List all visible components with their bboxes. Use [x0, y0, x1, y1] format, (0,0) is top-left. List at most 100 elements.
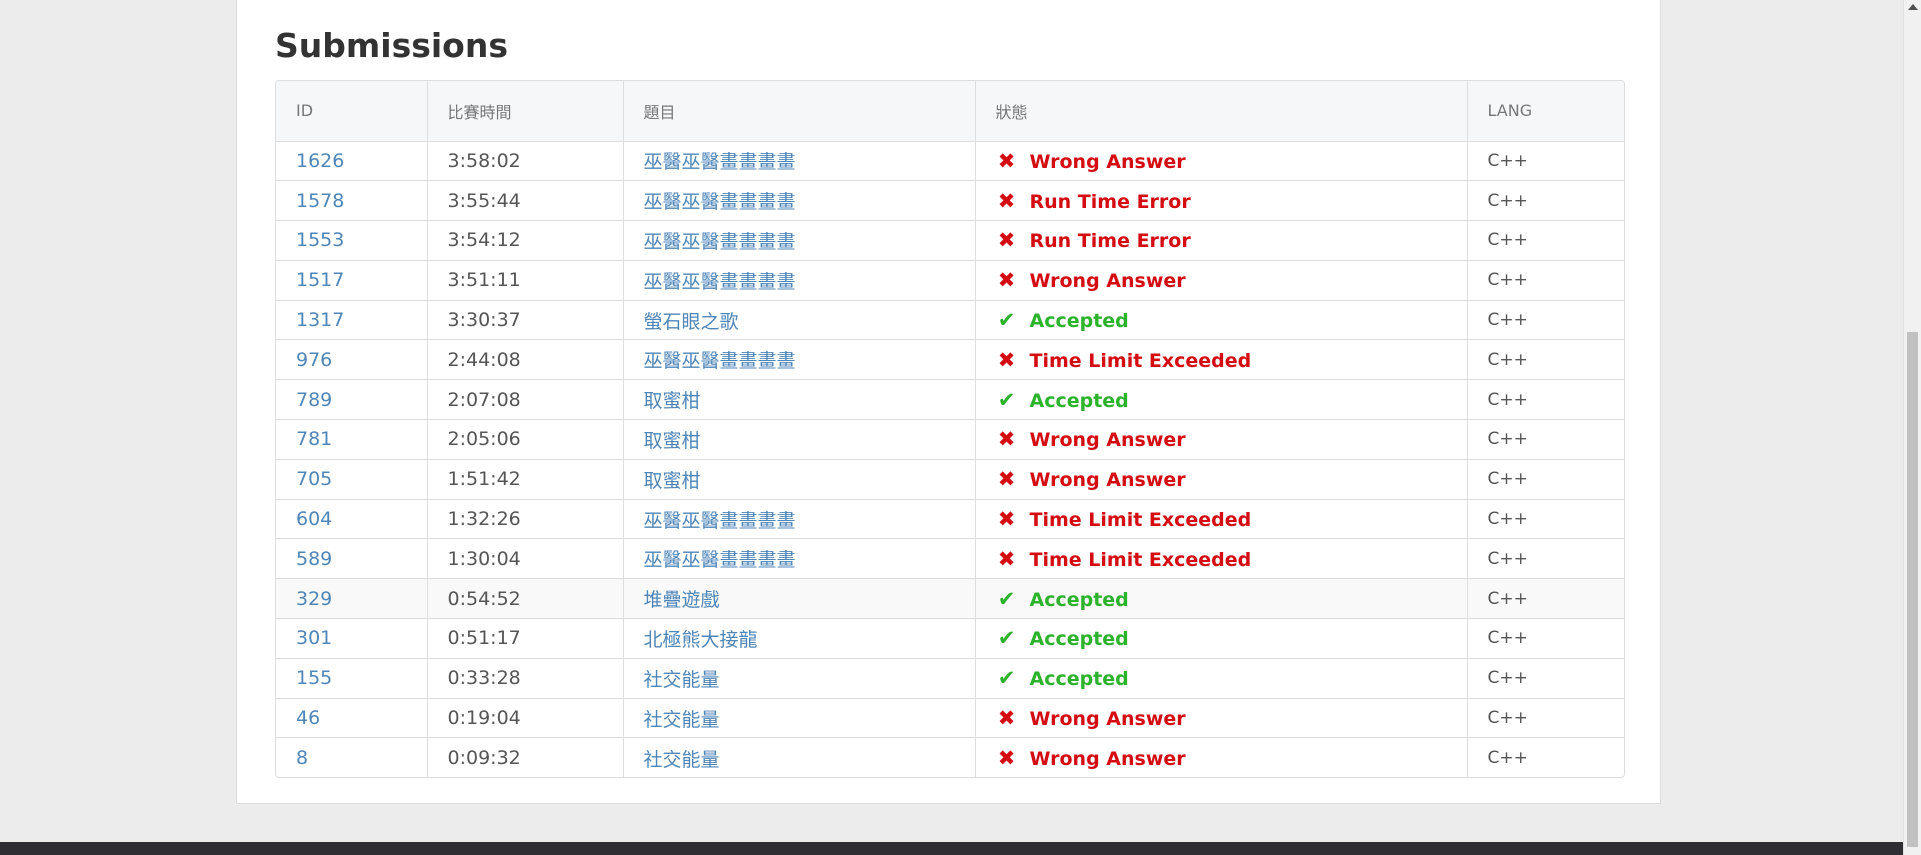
- check-icon: ✔: [997, 666, 1016, 691]
- problem-link[interactable]: 巫醫巫醫畫畫畫畫: [644, 271, 796, 293]
- problem-link[interactable]: 社交能量: [644, 669, 720, 691]
- cell-lang: C++: [1487, 748, 1528, 769]
- cell-contest-time: 0:54:52: [427, 578, 624, 620]
- status-label: Accepted: [1029, 310, 1129, 333]
- cell-contest-time: 3:51:11: [427, 260, 624, 301]
- table-row: 789 2:07:08 取蜜柑 ✔ Accepted C++: [276, 379, 1624, 421]
- cross-icon: ✖: [997, 188, 1016, 213]
- cell-id: 46: [276, 698, 428, 739]
- submission-id-link[interactable]: 705: [296, 468, 332, 490]
- submission-id-link[interactable]: 155: [296, 667, 332, 689]
- cell-lang: C++: [1467, 538, 1624, 580]
- cell-id: 781: [276, 419, 428, 460]
- status-badge: ✔ Accepted: [996, 666, 1129, 691]
- cell-problem: 社交能量: [623, 698, 976, 739]
- submission-id-link[interactable]: 1553: [296, 229, 344, 251]
- cell-status: ✖ Wrong Answer: [975, 737, 1468, 777]
- cell-problem: 取蜜柑: [623, 419, 976, 460]
- scrollbar-thumb[interactable]: [1907, 332, 1918, 847]
- submission-id-link[interactable]: 1517: [296, 269, 344, 291]
- submission-id-link[interactable]: 781: [296, 428, 332, 450]
- cell-problem: 取蜜柑: [623, 379, 976, 421]
- status-badge: ✖ Run Time Error: [996, 188, 1191, 213]
- status-label: Wrong Answer: [1029, 429, 1186, 452]
- problem-link[interactable]: 巫醫巫醫畫畫畫畫: [644, 191, 796, 213]
- page-title: Submissions: [275, 26, 508, 65]
- cross-icon: ✖: [997, 427, 1016, 452]
- status-label: Wrong Answer: [1029, 708, 1186, 731]
- cell-status: ✔ Accepted: [975, 379, 1468, 421]
- status-label: Time Limit Exceeded: [1029, 548, 1252, 571]
- cell-id: 155: [276, 658, 428, 699]
- status-label: Wrong Answer: [1029, 748, 1186, 771]
- submission-id-link[interactable]: 1626: [296, 150, 344, 172]
- cell-lang: C++: [1467, 141, 1624, 182]
- vertical-scrollbar[interactable]: [1903, 0, 1921, 855]
- submission-id-link[interactable]: 589: [296, 548, 332, 570]
- cell-status: ✖ Time Limit Exceeded: [975, 339, 1468, 381]
- table-header-row: ID 比賽時間 題目 狀態 LANG: [276, 81, 1624, 142]
- problem-link[interactable]: 取蜜柑: [644, 470, 701, 492]
- cell-problem: 堆疊遊戲: [623, 578, 976, 620]
- submission-id-link[interactable]: 976: [296, 349, 332, 371]
- table-row: 781 2:05:06 取蜜柑 ✖ Wrong Answer C++: [276, 419, 1624, 460]
- submission-id-link[interactable]: 604: [296, 508, 332, 530]
- cell-status: ✔ Accepted: [975, 578, 1468, 620]
- submission-id-link[interactable]: 301: [296, 627, 332, 649]
- submission-id-link[interactable]: 8: [296, 747, 308, 769]
- cross-icon: ✖: [997, 467, 1016, 492]
- cross-icon: ✖: [997, 706, 1016, 731]
- cell-problem: 巫醫巫醫畫畫畫畫: [623, 141, 976, 182]
- problem-link[interactable]: 堆疊遊戲: [644, 589, 720, 611]
- scroll-up-arrow-icon[interactable]: [1908, 4, 1918, 10]
- cell-id: 1553: [276, 220, 428, 261]
- problem-link[interactable]: 巫醫巫醫畫畫畫畫: [644, 549, 796, 571]
- cell-lang: C++: [1467, 300, 1624, 341]
- column-header-id: ID: [276, 81, 428, 142]
- submission-id-link[interactable]: 1578: [296, 190, 344, 212]
- cell-status: ✖ Wrong Answer: [975, 141, 1468, 182]
- cell-problem: 北極熊大接龍: [623, 618, 976, 659]
- status-badge: ✖ Wrong Answer: [996, 746, 1186, 771]
- cell-id: 1517: [276, 260, 428, 301]
- submission-id-link[interactable]: 789: [296, 389, 332, 411]
- submission-id-link[interactable]: 329: [296, 588, 332, 610]
- cross-icon: ✖: [997, 148, 1016, 173]
- problem-link[interactable]: 螢石眼之歌: [644, 311, 739, 333]
- cross-icon: ✖: [997, 546, 1016, 571]
- problem-link[interactable]: 巫醫巫醫畫畫畫畫: [644, 231, 796, 253]
- cell-problem: 社交能量: [623, 737, 976, 777]
- problem-link[interactable]: 社交能量: [644, 709, 720, 731]
- submission-id-link[interactable]: 1317: [296, 309, 344, 331]
- cell-lang: C++: [1467, 499, 1624, 540]
- status-label: Run Time Error: [1029, 230, 1191, 253]
- cell-problem: 社交能量: [623, 658, 976, 699]
- submission-id-link[interactable]: 46: [296, 707, 320, 729]
- table-row: 705 1:51:42 取蜜柑 ✖ Wrong Answer C++: [276, 459, 1624, 500]
- cell-lang: C++: [1467, 379, 1624, 421]
- page: Submissions ID 比賽時間 題目 狀態 LANG 1626 3:58:…: [0, 0, 1921, 855]
- check-icon: ✔: [997, 308, 1016, 333]
- problem-link[interactable]: 社交能量: [644, 749, 720, 771]
- cell-lang: C++: [1467, 339, 1624, 381]
- status-badge: ✖ Wrong Answer: [996, 148, 1186, 173]
- table-row: 976 2:44:08 巫醫巫醫畫畫畫畫 ✖ Time Limit Exceeded C+…: [276, 339, 1624, 381]
- status-label: Accepted: [1029, 389, 1129, 412]
- status-label: Accepted: [1029, 628, 1129, 651]
- problem-link[interactable]: 北極熊大接龍: [644, 629, 758, 651]
- table-row: 8 0:09:32 社交能量 ✖ Wrong Answer C++: [276, 737, 1624, 777]
- table-body: 1626 3:58:02 巫醫巫醫畫畫畫畫 ✖ Wrong Answer C++ 1578 3…: [276, 141, 1624, 777]
- cell-lang: C++: [1467, 658, 1624, 699]
- problem-link[interactable]: 巫醫巫醫畫畫畫畫: [644, 151, 796, 173]
- status-badge: ✔ Accepted: [996, 587, 1129, 611]
- problem-link[interactable]: 巫醫巫醫畫畫畫畫: [644, 510, 796, 532]
- problem-link[interactable]: 取蜜柑: [644, 430, 701, 452]
- column-header-time: 比賽時間: [427, 81, 624, 142]
- check-icon: ✔: [997, 626, 1016, 651]
- status-badge: ✔ Accepted: [996, 308, 1129, 333]
- cross-icon: ✖: [997, 746, 1016, 771]
- cell-id: 705: [276, 459, 428, 500]
- status-badge: ✔ Accepted: [996, 388, 1129, 412]
- problem-link[interactable]: 取蜜柑: [644, 390, 701, 412]
- problem-link[interactable]: 巫醫巫醫畫畫畫畫: [644, 350, 796, 372]
